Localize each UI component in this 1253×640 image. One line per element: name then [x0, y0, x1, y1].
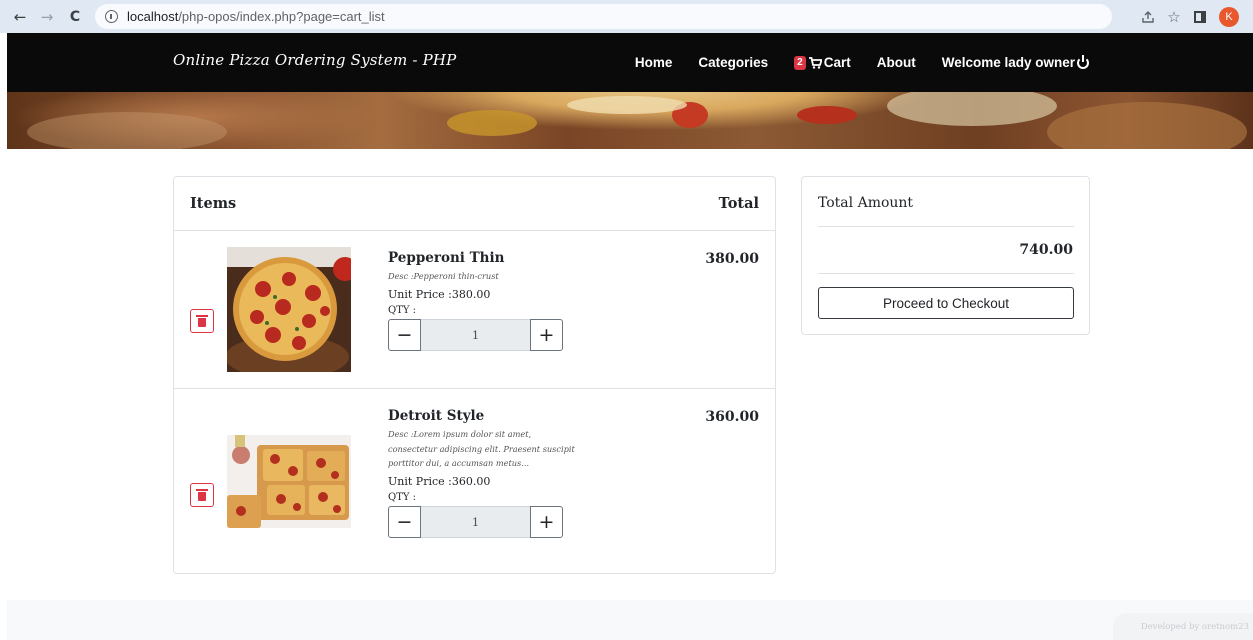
item-details: Pepperoni Thin Desc :Pepperoni thin-crus… [388, 250, 578, 351]
browser-toolbar: ← → C localhost/php-opos/index.php?page=… [0, 0, 1253, 33]
cart-item: Detroit Style Desc :Lorem ipsum dolor si… [174, 389, 775, 574]
page-footer [7, 600, 1253, 640]
nav-about[interactable]: About [877, 55, 916, 70]
order-summary-card: Total Amount 740.00 Proceed to Checkout [801, 176, 1090, 335]
bookmark-star-icon[interactable]: ☆ [1161, 6, 1187, 28]
item-image-detroit [227, 435, 351, 528]
developer-credit: Developed by oretnom23 [1113, 613, 1253, 640]
nav-categories[interactable]: Categories [698, 55, 768, 70]
item-unit-price: Unit Price :360.00 [388, 474, 491, 488]
item-description: Desc :Lorem ipsum dolor sit amet, consec… [388, 429, 575, 468]
side-panel-icon[interactable] [1187, 6, 1213, 28]
cart-count-badge: 2 [794, 55, 806, 70]
nav-home[interactable]: Home [635, 55, 673, 70]
item-name: Detroit Style [388, 408, 485, 424]
trash-icon [196, 314, 208, 327]
decrease-qty-button[interactable]: − [388, 505, 421, 538]
increase-qty-button[interactable]: + [530, 318, 563, 351]
address-bar[interactable]: localhost/php-opos/index.php?page=cart_l… [95, 4, 1112, 29]
hero-banner-image [7, 92, 1253, 149]
proceed-to-checkout-button[interactable]: Proceed to Checkout [818, 287, 1074, 319]
divider [818, 273, 1074, 274]
welcome-text: Welcome lady owner [941, 55, 1075, 70]
cart-item: Pepperoni Thin Desc :Pepperoni thin-crus… [174, 231, 775, 389]
item-description: Desc :Pepperoni thin-crust [388, 271, 499, 281]
item-total: 380.00 [705, 251, 759, 267]
quantity-stepper: − 1 + [388, 505, 563, 538]
site-info-icon[interactable] [105, 10, 118, 23]
cart-header: Items Total [174, 177, 775, 231]
site-navbar: Online Pizza Ordering System - PHP Home … [7, 33, 1253, 92]
nav-cart[interactable]: 2 Cart [794, 55, 851, 70]
divider [818, 226, 1074, 227]
nav-user[interactable]: Welcome lady owner [941, 54, 1089, 70]
url-path: /php-opos/index.php?page=cart_list [178, 9, 385, 24]
increase-qty-button[interactable]: + [530, 505, 563, 538]
item-name: Pepperoni Thin [388, 250, 505, 266]
cart-icon [808, 56, 822, 69]
total-heading: Total [718, 195, 759, 212]
summary-title: Total Amount [818, 195, 914, 211]
site-brand[interactable]: Online Pizza Ordering System - PHP [173, 51, 456, 69]
quantity-input[interactable]: 1 [421, 318, 530, 351]
reload-icon[interactable]: C [64, 6, 86, 28]
quantity-input[interactable]: 1 [421, 505, 530, 538]
delete-item-button[interactable] [190, 483, 214, 507]
item-details: Detroit Style Desc :Lorem ipsum dolor si… [388, 408, 578, 538]
decrease-qty-button[interactable]: − [388, 318, 421, 351]
forward-arrow-icon[interactable]: → [36, 6, 58, 28]
trash-icon [196, 488, 208, 501]
cart-items-card: Items Total Pepperoni Thin Desc:Peppero… [173, 176, 776, 574]
qty-label: QTY : [388, 491, 417, 503]
item-unit-price: Unit Price :380.00 [388, 287, 491, 301]
delete-item-button[interactable] [190, 309, 214, 333]
share-icon[interactable] [1135, 6, 1161, 28]
quantity-stepper: − 1 + [388, 318, 563, 351]
main-menu: Home Categories 2 Cart About Welcome lad… [609, 33, 1089, 92]
summary-amount: 740.00 [1019, 242, 1073, 258]
item-image-pepperoni [227, 247, 351, 372]
back-arrow-icon[interactable]: ← [9, 6, 31, 28]
item-total: 360.00 [705, 409, 759, 425]
profile-avatar[interactable]: K [1219, 6, 1239, 27]
items-heading: Items [190, 195, 237, 212]
power-icon[interactable] [1077, 54, 1089, 69]
qty-label: QTY : [388, 304, 417, 316]
url-host: localhost [127, 9, 179, 24]
nav-cart-label: Cart [823, 55, 851, 70]
